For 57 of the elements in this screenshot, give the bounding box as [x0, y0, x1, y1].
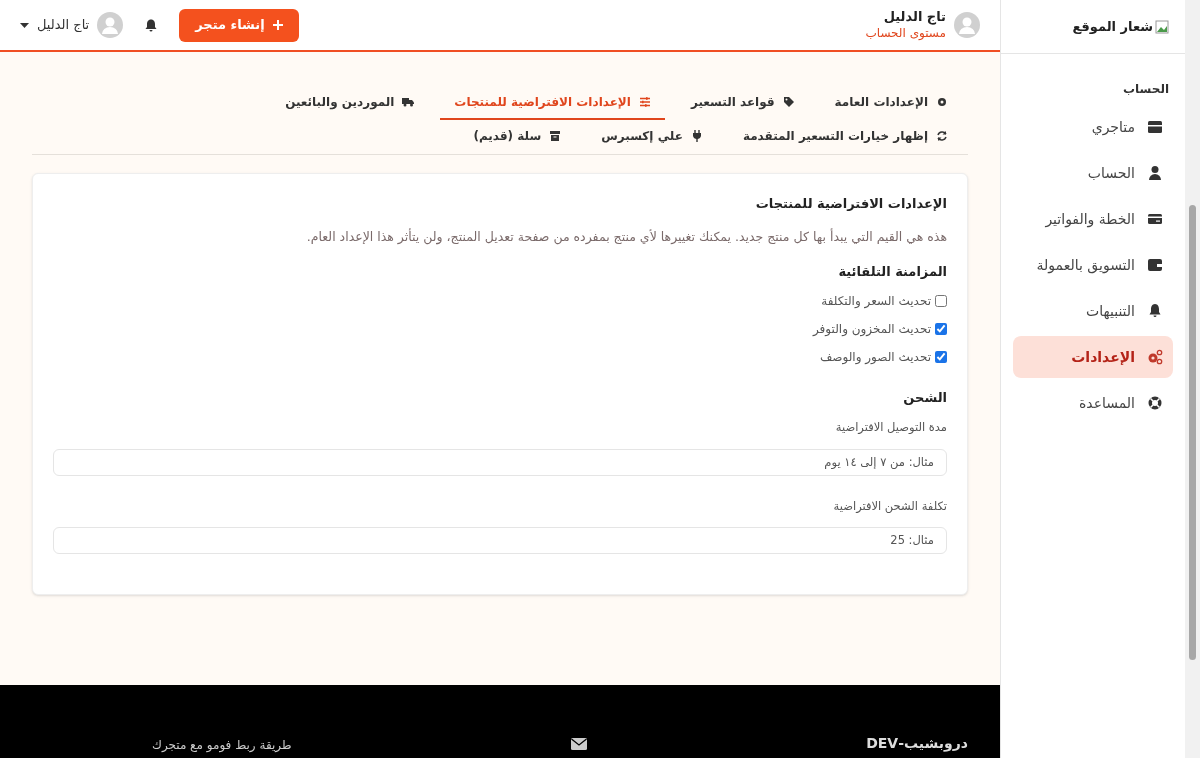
refresh-icon [936, 130, 948, 142]
archive-icon [549, 130, 562, 142]
avatar-icon [954, 12, 980, 38]
site-logo-text[interactable]: شعار الموقع [1072, 16, 1153, 37]
card-description: هذه هي القيم التي يبدأ بها كل منتج جديد. يمكنك تغييرها لأي منتج بمفرده من صفحة تعديل المنتج، ولن يتأثر هذا الإعداد العام. [305, 227, 947, 247]
tab[interactable]: إظهار خيارات التسعير المتقدمة [728, 120, 962, 154]
checkbox-label: تحديث الصور والوصف [819, 348, 931, 366]
plug-icon [690, 130, 703, 142]
tab[interactable]: علي إكسبرس [587, 120, 717, 154]
sidebar-section-title: الحساب [1121, 81, 1170, 98]
wallet-icon [1147, 257, 1163, 273]
gear-icon [936, 96, 948, 108]
checkbox[interactable] [935, 350, 947, 363]
checkbox-label: تحديث السعر والتكلفة [821, 292, 931, 310]
caret-icon [20, 22, 29, 28]
user-menu[interactable]: تاج الدليل [20, 12, 124, 38]
scrollbar-thumb[interactable] [1189, 205, 1196, 660]
input-field[interactable]: مثال: من ٧ إلى ١٤ يوم [53, 448, 947, 476]
bell-icon [1147, 303, 1163, 319]
checkbox[interactable] [935, 294, 947, 307]
notification-bell-icon[interactable] [145, 18, 158, 32]
sidebar-item[interactable]: الحساب [1013, 152, 1173, 194]
gears-icon [1147, 349, 1163, 365]
user-name: تاج الدليل [882, 9, 946, 26]
tab[interactable]: الإعدادات العامة [820, 86, 962, 120]
footer-brand: دروبشيب-DEV [866, 734, 968, 754]
truck-icon [402, 96, 415, 108]
user-icon [1147, 165, 1163, 181]
broken-image-icon [1155, 19, 1169, 34]
tab[interactable]: الإعدادات الافتراضية للمنتجات [440, 86, 665, 120]
store-icon [1147, 119, 1163, 135]
checkbox-label: تحديث المخزون والتوفر [813, 320, 931, 338]
sidebar-item[interactable]: التنبيهات [1013, 290, 1173, 332]
sliders-icon [638, 96, 651, 108]
sidebar-item[interactable]: الإعدادات [1013, 336, 1173, 378]
sidebar-item[interactable]: الخطة والفواتير [1013, 198, 1173, 240]
tag-icon [782, 96, 795, 108]
checkbox[interactable] [935, 322, 947, 335]
tab[interactable]: قواعد التسعير [676, 86, 809, 120]
credit-card-icon [1147, 211, 1163, 227]
mail-icon[interactable] [570, 738, 587, 750]
field-label: تكلفة الشحن الافتراضية [832, 497, 947, 515]
input-field[interactable]: مثال: 25 [53, 526, 947, 554]
lifebuoy-icon [1147, 395, 1163, 411]
sidebar-item[interactable]: متاجري [1013, 106, 1173, 148]
card-title: الإعدادات الافتراضية للمنتجات [754, 195, 947, 213]
sidebar-item[interactable]: المساعدة [1013, 382, 1173, 424]
tab[interactable]: الموردين والبائعين [271, 86, 429, 120]
section-heading: المزامنة التلقائية [837, 263, 947, 282]
section-heading: الشحن [902, 388, 947, 407]
footer-link[interactable]: طريقة ربط فومو مع متجرك [152, 736, 292, 754]
sidebar-item[interactable]: التسويق بالعمولة [1013, 244, 1173, 286]
avatar-icon [97, 12, 124, 38]
field-label: مدة التوصيل الافتراضية [834, 419, 947, 437]
tab[interactable]: سلة (قديم) [459, 120, 576, 154]
account-level-link[interactable]: مستوى الحساب [865, 25, 946, 41]
plus-icon [272, 20, 283, 30]
